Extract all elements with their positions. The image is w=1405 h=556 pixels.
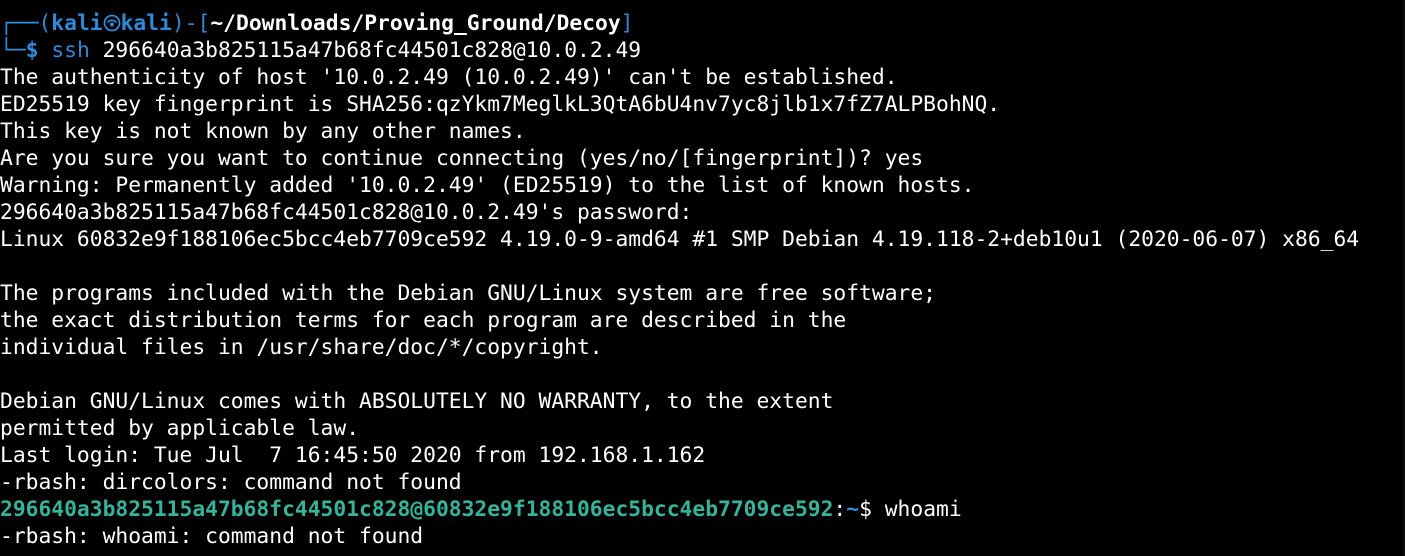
remote-command: whoami	[871, 497, 962, 522]
output-line: Last login: Tue Jul 7 16:45:50 2020 from…	[0, 443, 706, 468]
output-line: the exact distribution terms for each pr…	[0, 308, 847, 333]
prompt-line-command: └─$ ssh 296640a3b825115a47b68fc44501c828…	[0, 37, 1405, 64]
output-line: Debian GNU/Linux comes with ABSOLUTELY N…	[0, 389, 834, 414]
prompt-bracket-close: ]	[620, 11, 634, 36]
remote-colon: :	[833, 497, 847, 522]
output-line: -rbash: dircolors: command not found	[0, 470, 462, 495]
output-line: permitted by applicable law.	[0, 416, 360, 441]
output-line: This key is not known by any other names…	[0, 119, 526, 144]
output-line: ED25519 key fingerprint is SHA256:qzYkm7…	[0, 92, 1001, 117]
output-line: individual files in /usr/share/doc/*/cop…	[0, 335, 603, 360]
command-args: 296640a3b825115a47b68fc44501c828@10.0.2.…	[89, 38, 642, 63]
prompt-host: kali	[120, 11, 172, 36]
prompt-dollar: $	[25, 38, 39, 63]
command-name: ssh	[51, 38, 90, 63]
prompt-path: ~/Downloads/Proving_Ground/Decoy	[210, 11, 621, 36]
remote-prompt-line: 296640a3b825115a47b68fc44501c828@60832e9…	[0, 496, 1405, 523]
prompt-user: kali	[51, 11, 103, 36]
prompt-close-open: )-[	[171, 11, 211, 36]
remote-dollar: $	[859, 497, 872, 522]
terminal-window[interactable]: ┌──(kali kali)-[~/Downloads/Proving_Groun…	[0, 0, 1405, 556]
output-line: Are you sure you want to continue connec…	[0, 146, 924, 171]
remote-path: ~	[846, 497, 860, 522]
output-line: Linux 60832e9f188106ec5bcc4eb7709ce592 4…	[0, 227, 1360, 252]
output-line: The authenticity of host '10.0.2.49 (10.…	[0, 65, 898, 90]
prompt-corner-bottom: └─	[0, 38, 26, 63]
output-line: 296640a3b825115a47b68fc44501c828@10.0.2.…	[0, 200, 693, 225]
kali-skull-icon	[103, 12, 121, 32]
output-line: The programs included with the Debian GN…	[0, 281, 936, 306]
remote-userhost: 296640a3b825115a47b68fc44501c828@60832e9…	[0, 497, 834, 522]
prompt-line-top: ┌──(kali kali)-[~/Downloads/Proving_Groun…	[0, 10, 1405, 37]
output-line: -rbash: whoami: command not found	[0, 524, 424, 549]
prompt-corner-top: ┌──(	[0, 11, 52, 36]
output-line: Warning: Permanently added '10.0.2.49' (…	[0, 173, 975, 198]
